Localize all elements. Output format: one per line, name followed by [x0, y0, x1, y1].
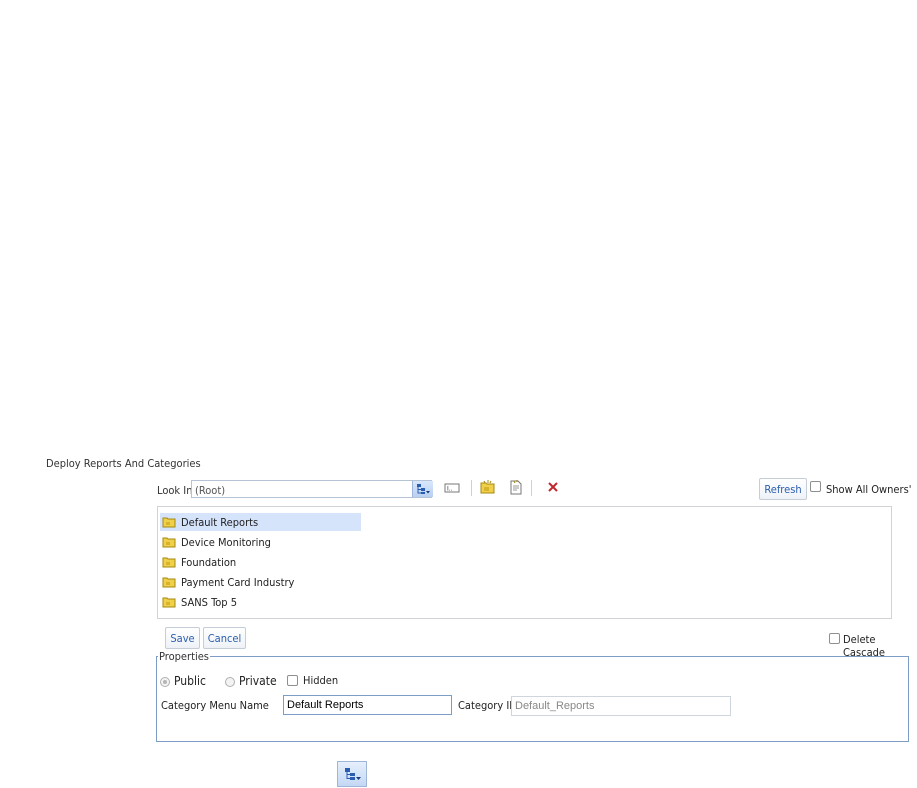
svg-text:I..: I..: [447, 486, 453, 493]
look-in-label: Look In: [157, 484, 193, 497]
new-report-icon: [510, 480, 522, 495]
public-label: Public: [174, 674, 206, 688]
private-radio[interactable]: [225, 677, 235, 687]
delete-cascade-checkbox[interactable]: [829, 633, 840, 644]
category-menu-name-input[interactable]: [283, 695, 452, 715]
list-item-label: Payment Card Industry: [181, 575, 295, 589]
cancel-button[interactable]: Cancel: [203, 627, 246, 649]
list-item[interactable]: Foundation: [160, 553, 236, 571]
category-tree[interactable]: Default Reports Device Monitoring Founda…: [157, 506, 892, 619]
save-button[interactable]: Save: [165, 627, 200, 649]
category-id-label: Category ID: [458, 699, 517, 712]
properties-legend: Properties: [158, 650, 210, 663]
show-all-owners-checkbox[interactable]: [810, 481, 821, 492]
tree-dropdown-button[interactable]: [337, 761, 367, 787]
list-item[interactable]: Device Monitoring: [160, 533, 271, 551]
rename-button[interactable]: I..: [443, 480, 461, 496]
toolbar-separator: [531, 480, 532, 496]
category-id-input[interactable]: [511, 696, 731, 716]
tree-dropdown-icon: [345, 768, 361, 780]
hidden-label: Hidden: [303, 674, 339, 687]
public-radio[interactable]: [160, 677, 170, 687]
radio-dot: [163, 680, 167, 684]
list-item[interactable]: Default Reports: [160, 513, 361, 531]
new-report-button[interactable]: [507, 479, 525, 495]
look-in-field[interactable]: [191, 480, 432, 498]
new-folder-icon: [480, 480, 495, 494]
category-menu-name-label: Category Menu Name: [161, 699, 269, 712]
toolbar-separator: [471, 480, 472, 496]
show-all-owners-label: Show All Owners': [826, 483, 912, 496]
rename-icon: I..: [444, 483, 460, 493]
hidden-checkbox[interactable]: [287, 675, 298, 686]
private-label: Private: [239, 674, 277, 688]
page-title: Deploy Reports And Categories: [46, 457, 201, 470]
folder-icon: [162, 537, 176, 548]
list-item-label: Default Reports: [181, 515, 259, 529]
folder-icon: [162, 597, 176, 608]
refresh-button[interactable]: Refresh: [759, 478, 807, 500]
list-item-label: SANS Top 5: [181, 595, 238, 609]
look-in-value: (Root): [195, 484, 226, 497]
list-item[interactable]: SANS Top 5: [160, 593, 237, 611]
list-item[interactable]: Payment Card Industry: [160, 573, 294, 591]
delete-button[interactable]: [544, 479, 562, 495]
folder-icon: [162, 557, 176, 568]
list-item-label: Foundation: [181, 555, 237, 569]
folder-icon: [162, 577, 176, 588]
new-folder-button[interactable]: [479, 479, 497, 495]
list-item-label: Device Monitoring: [181, 535, 271, 549]
folder-icon: [162, 517, 176, 528]
look-in-dropdown-button[interactable]: [412, 481, 433, 497]
delete-icon: [548, 482, 558, 492]
tree-dropdown-icon: [417, 484, 430, 494]
